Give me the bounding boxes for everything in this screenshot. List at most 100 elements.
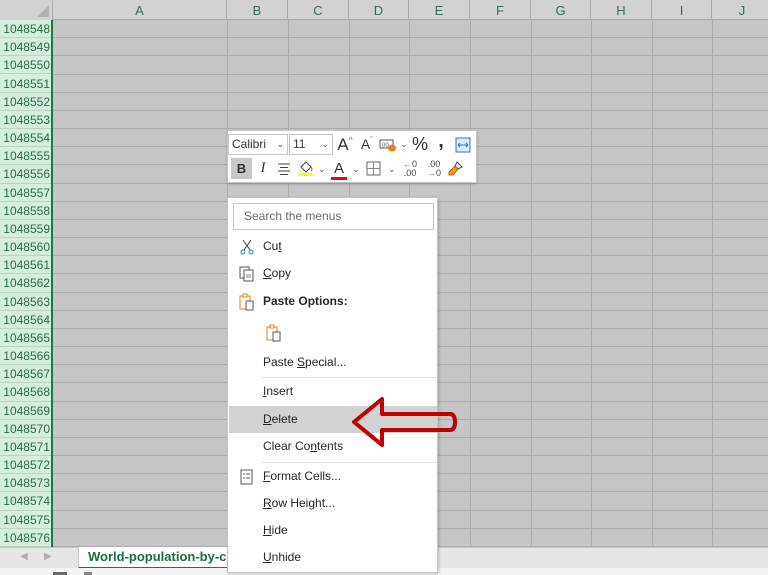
menu-item-copy[interactable]: Copy [229, 260, 437, 287]
row-gridline [53, 91, 768, 93]
paste-clipboard-icon [266, 324, 281, 342]
column-gridline [712, 20, 713, 547]
row-header[interactable]: 1048568 [0, 383, 51, 402]
row-header[interactable]: 1048567 [0, 365, 51, 384]
row-header[interactable]: 1048549 [0, 38, 51, 57]
row-header[interactable]: 1048570 [0, 420, 51, 438]
borders-button[interactable] [364, 158, 382, 179]
font-size-value: 11 [293, 137, 306, 151]
paste-icon [239, 293, 254, 311]
comma-style-button[interactable]: , [434, 131, 448, 155]
column-gridline [531, 20, 532, 547]
column-header-b[interactable]: B [227, 0, 288, 20]
decrease-decimal-button[interactable]: .00 →0 [424, 158, 444, 179]
font-color-button[interactable]: A [329, 158, 349, 180]
menu-item-hide[interactable]: Hide [229, 517, 437, 544]
row-header[interactable]: 1048558 [0, 202, 51, 220]
format-painter-button[interactable] [446, 158, 464, 179]
row-header[interactable]: 1048576 [0, 529, 51, 547]
row-header[interactable]: 1048548 [0, 20, 51, 39]
row-height-accel: R [263, 496, 272, 510]
column-header-e[interactable]: E [409, 0, 470, 20]
font-size-dropdown[interactable]: 11 ⌄ [289, 134, 333, 155]
paste-options-label: Paste Options: [263, 294, 348, 308]
menu-item-unhide[interactable]: Unhide [229, 544, 437, 571]
row-header[interactable]: 1048565 [0, 329, 51, 348]
format-cells-icon [240, 469, 253, 485]
context-menu: Search the menus Cut Copy Paste Options:… [227, 197, 438, 573]
row-header[interactable]: 1048566 [0, 347, 51, 366]
row-header[interactable]: 1048557 [0, 184, 51, 202]
column-header-a[interactable]: A [53, 0, 227, 20]
menu-item-paste-special[interactable]: Paste Special... [229, 349, 437, 376]
paste-special-pre: Paste [263, 355, 298, 369]
accounting-dropdown-icon[interactable]: ⌄ [400, 139, 408, 150]
next-sheet-icon[interactable]: ▶ [44, 551, 52, 562]
borders-icon [366, 161, 380, 176]
search-menus-input[interactable]: Search the menus [233, 203, 434, 230]
row-header[interactable]: 1048551 [0, 75, 51, 93]
merge-center-button[interactable] [454, 135, 472, 156]
column-header-d[interactable]: D [349, 0, 409, 20]
menu-item-row-height[interactable]: Row Height... [229, 490, 437, 517]
delete-accel: D [263, 412, 272, 426]
column-header-i[interactable]: I [652, 0, 712, 20]
row-header[interactable]: 1048560 [0, 238, 51, 257]
row-header[interactable]: 1048553 [0, 111, 51, 129]
row-header[interactable]: 1048564 [0, 311, 51, 329]
row-header[interactable]: 1048575 [0, 511, 51, 529]
row-header[interactable]: 1048563 [0, 293, 51, 311]
menu-item-format-cells[interactable]: Format Cells... [229, 463, 437, 490]
decrease-decimal-icon: →0 [426, 168, 441, 178]
row-header[interactable]: 1048574 [0, 492, 51, 511]
insert-post: nsert [266, 384, 294, 398]
row-gridline [53, 109, 768, 111]
row-header[interactable]: 1048559 [0, 220, 51, 239]
sheet-tab-world-population[interactable]: World-population-by-c [78, 547, 238, 569]
select-all-corner[interactable] [0, 0, 53, 20]
font-name-dropdown[interactable]: Calibri ⌄ [228, 134, 288, 155]
row-gridline [53, 128, 768, 130]
bold-button[interactable]: B [231, 158, 252, 179]
comma-icon: , [438, 130, 444, 152]
increase-font-size-button[interactable]: A^ [336, 134, 354, 155]
column-header-g[interactable]: G [531, 0, 591, 20]
column-header-f[interactable]: F [470, 0, 531, 20]
row-header[interactable]: 1048561 [0, 256, 51, 275]
column-header-j[interactable]: J [712, 0, 768, 20]
row-header[interactable]: 1048571 [0, 438, 51, 457]
column-gridline [470, 20, 471, 547]
row-header[interactable]: 1048572 [0, 456, 51, 475]
delete-post: elete [271, 412, 298, 426]
row-header[interactable]: 1048554 [0, 129, 51, 148]
italic-button[interactable]: I [255, 158, 271, 179]
unhide-post: nhide [271, 550, 302, 564]
decrease-font-size-button[interactable]: Aˇ [358, 134, 376, 155]
row-header[interactable]: 1048555 [0, 147, 51, 166]
row-header[interactable]: 1048550 [0, 56, 51, 75]
accounting-format-button[interactable]: 00 [378, 134, 398, 155]
row-header[interactable]: 1048556 [0, 165, 51, 184]
percent-style-button[interactable]: % [411, 134, 429, 155]
paste-option-keep-formatting[interactable] [229, 318, 437, 348]
menu-item-cut[interactable]: Cut [229, 233, 437, 260]
borders-dropdown-icon[interactable]: ⌄ [388, 164, 396, 175]
font-color-icon: A [331, 161, 347, 180]
fill-color-button[interactable] [296, 158, 316, 179]
column-gridline [652, 20, 653, 547]
row-header[interactable]: 1048573 [0, 474, 51, 493]
menu-item-paste-options: Paste Options: [229, 288, 437, 315]
column-header-c[interactable]: C [288, 0, 349, 20]
prev-sheet-icon[interactable]: ◀ [20, 551, 28, 562]
row-gridline [53, 37, 768, 39]
fill-color-dropdown-icon[interactable]: ⌄ [318, 164, 326, 175]
increase-decimal-button[interactable]: ←0 .00 [400, 158, 420, 179]
row-header[interactable]: 1048569 [0, 402, 51, 420]
row-header[interactable]: 1048562 [0, 274, 51, 293]
chevron-down-icon: ⌄ [276, 139, 284, 149]
cut-accel: t [278, 239, 282, 253]
row-header[interactable]: 1048552 [0, 93, 51, 111]
font-color-dropdown-icon[interactable]: ⌄ [352, 164, 360, 175]
center-align-button[interactable] [275, 158, 293, 179]
column-header-h[interactable]: H [591, 0, 652, 20]
